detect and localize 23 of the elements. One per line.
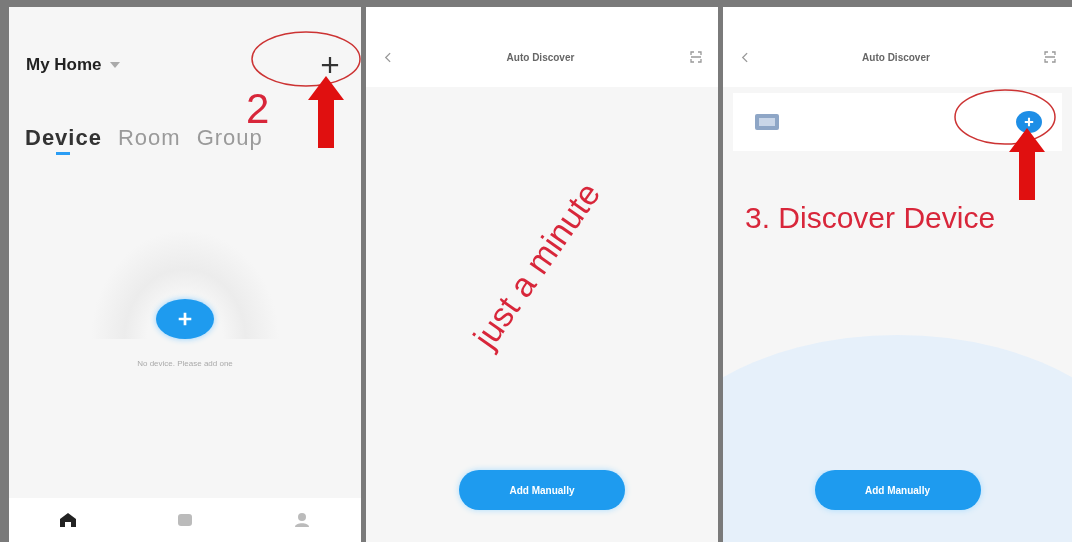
home-icon[interactable]: [59, 513, 76, 527]
home-title[interactable]: My Home: [26, 55, 102, 75]
back-icon[interactable]: [384, 51, 391, 63]
tab[interactable]: Room: [117, 125, 181, 155]
add-manually-button[interactable]: Add Manually: [459, 470, 625, 510]
caret-icon[interactable]: [109, 62, 120, 68]
add-manually-button[interactable]: Add Manually: [814, 470, 981, 510]
scan-icon[interactable]: [690, 51, 702, 63]
add-device-button[interactable]: [1016, 111, 1042, 133]
annotation-text: 3. Discover Device: [745, 203, 996, 233]
add-device-button[interactable]: [156, 299, 214, 339]
screen-title: Auto Discover: [506, 51, 575, 63]
add-icon[interactable]: [321, 56, 339, 74]
plus-icon: [176, 310, 194, 328]
empty-message: No device. Please add one: [137, 359, 233, 368]
plus-icon: [1023, 116, 1035, 128]
arrow-icon: [308, 76, 344, 148]
person-icon[interactable]: [294, 513, 311, 527]
arrow-icon: [1009, 128, 1045, 200]
back-icon[interactable]: [741, 51, 748, 63]
screen-title: Auto Discover: [862, 51, 930, 63]
device-icon: [755, 114, 779, 130]
scan-icon[interactable]: [1044, 51, 1056, 63]
